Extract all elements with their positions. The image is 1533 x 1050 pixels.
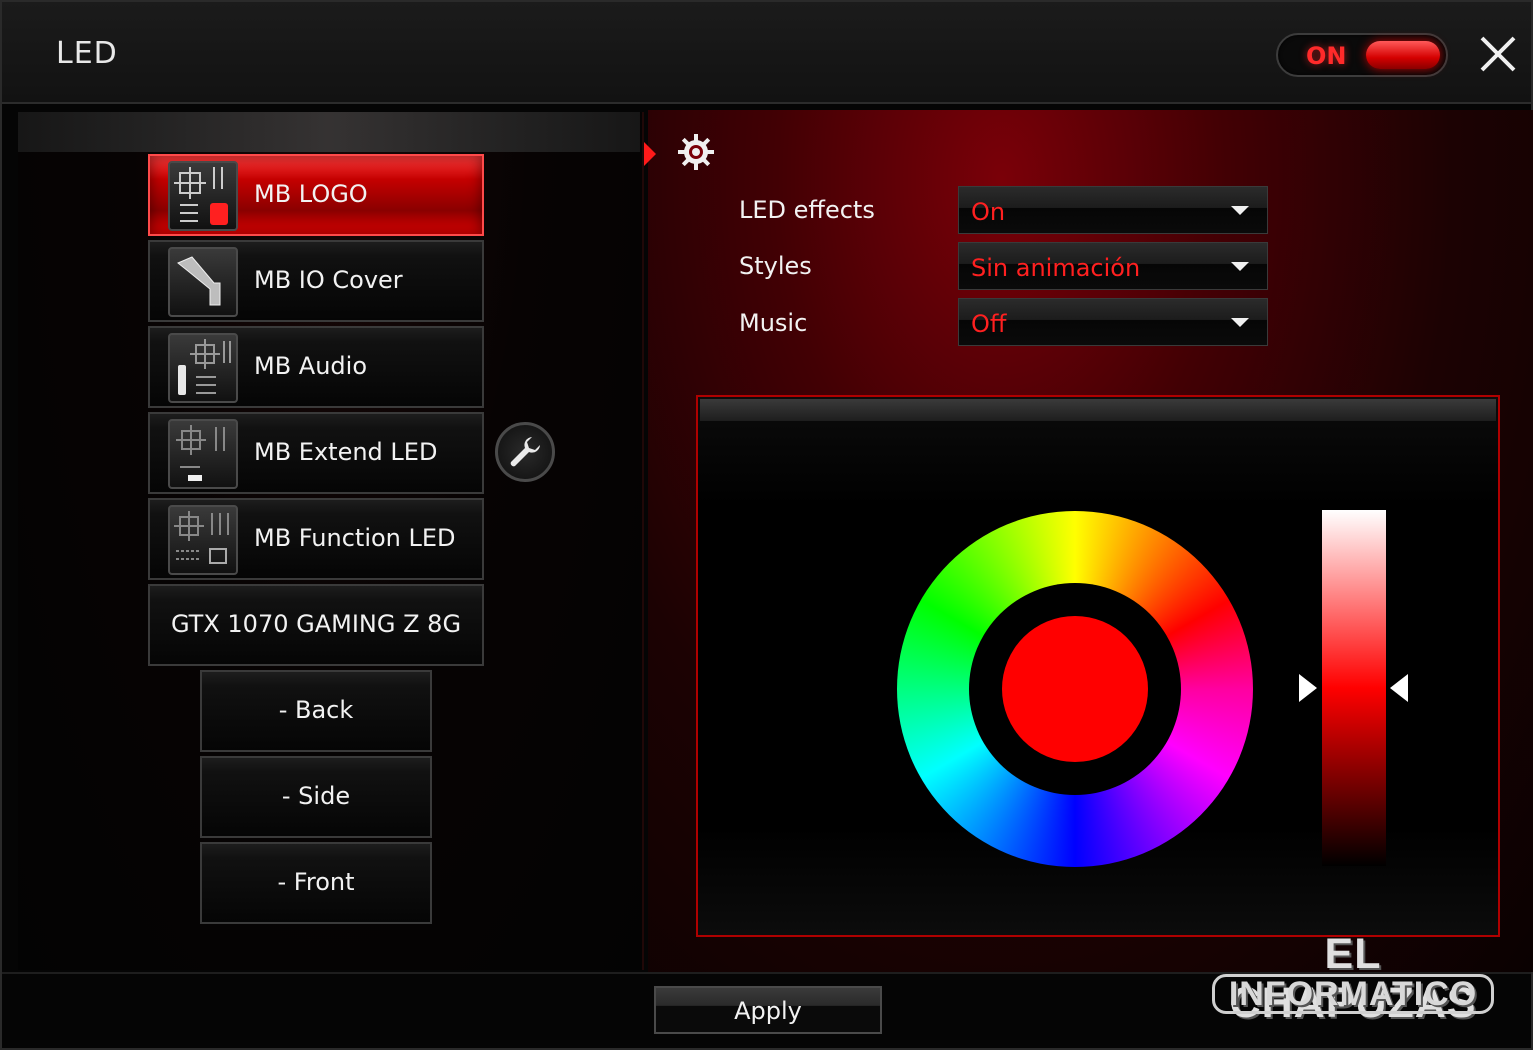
selected-color-preview: [1002, 616, 1148, 762]
device-label: MB Function LED: [254, 524, 456, 552]
apply-button-label: Apply: [734, 997, 802, 1025]
power-toggle-knob: [1366, 41, 1440, 69]
audio-icon: [168, 333, 238, 403]
chevron-down-icon: [1231, 262, 1249, 271]
device-gpu[interactable]: GTX 1070 GAMING Z 8G: [148, 584, 484, 666]
led-effects-value: On: [971, 198, 1006, 226]
apply-button[interactable]: Apply: [654, 986, 882, 1034]
device-label: MB Audio: [254, 352, 368, 380]
styles-value: Sin animación: [971, 254, 1141, 282]
close-button[interactable]: [1476, 32, 1520, 76]
gpu-zone-label: - Back: [278, 696, 354, 724]
music-value: Off: [971, 310, 1007, 338]
device-label: MB Extend LED: [254, 438, 438, 466]
selection-arrow: [644, 142, 656, 166]
device-label: GTX 1070 GAMING Z 8G: [170, 610, 462, 638]
brightness-slider[interactable]: [1322, 510, 1386, 866]
io-cover-icon: [168, 247, 238, 317]
power-toggle-label: ON: [1306, 42, 1347, 70]
gear-icon[interactable]: [676, 132, 716, 172]
close-icon: [1480, 36, 1516, 72]
extend-led-settings-button[interactable]: [495, 422, 555, 482]
watermark-line2: INFORMATICO: [1212, 974, 1494, 1014]
gpu-zone-side[interactable]: - Side: [200, 756, 432, 838]
device-panel-header: [18, 112, 640, 152]
gpu-zone-label: - Side: [281, 782, 351, 810]
device-mb-function-led[interactable]: MB Function LED: [148, 498, 484, 580]
gpu-zone-front[interactable]: - Front: [200, 842, 432, 924]
color-picker-header: [700, 399, 1496, 421]
watermark-logo: EL CHAPUZAS INFORMATICO: [1200, 930, 1506, 1027]
led-power-toggle[interactable]: ON: [1276, 33, 1448, 77]
led-effects-label: LED effects: [739, 196, 875, 224]
device-label: MB IO Cover: [254, 266, 403, 294]
wrench-icon: [510, 437, 540, 467]
extend-led-icon: [168, 419, 238, 489]
music-label: Music: [739, 309, 808, 337]
chevron-down-icon: [1231, 318, 1249, 327]
device-mb-logo[interactable]: MB LOGO: [148, 154, 484, 236]
title-bar: LED ON: [2, 2, 1531, 104]
device-mb-audio[interactable]: MB Audio: [148, 326, 484, 408]
device-mb-extend-led[interactable]: MB Extend LED: [148, 412, 484, 494]
styles-dropdown[interactable]: Sin animación: [958, 242, 1268, 290]
function-led-icon: [168, 505, 238, 575]
device-label: MB LOGO: [254, 180, 368, 208]
led-window: LED ON MB LOGO MB IO Cover MB Audio MB E…: [0, 0, 1533, 1050]
led-effects-dropdown[interactable]: On: [958, 186, 1268, 234]
gpu-zone-label: - Front: [277, 868, 355, 896]
window-title: LED: [56, 36, 118, 71]
gpu-zone-back[interactable]: - Back: [200, 670, 432, 752]
chevron-down-icon: [1231, 206, 1249, 215]
music-dropdown[interactable]: Off: [958, 298, 1268, 346]
mb-logo-icon: [168, 161, 238, 231]
brightness-pointer-left[interactable]: [1299, 674, 1317, 702]
device-mb-io-cover[interactable]: MB IO Cover: [148, 240, 484, 322]
styles-label: Styles: [739, 252, 812, 280]
brightness-pointer-right[interactable]: [1390, 674, 1408, 702]
